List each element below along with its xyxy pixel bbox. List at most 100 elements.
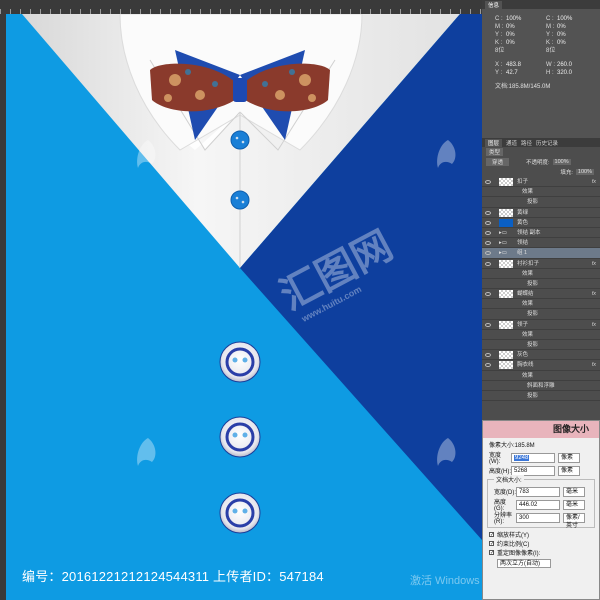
left-ruler: [0, 14, 6, 600]
pixel-width-row: 宽度(W): 9248 像素: [483, 451, 599, 465]
info-values: C :100% C :100% M :0% M :0% Y :0% Y :0% K :0% K…: [482, 15, 600, 55]
shirt-button-2[interactable]: [230, 190, 250, 210]
tab-3[interactable]: 历史记录: [536, 139, 558, 147]
layer-row[interactable]: 投影: [482, 197, 600, 208]
tab-info[interactable]: 信息: [485, 0, 503, 9]
vest-button-2[interactable]: [219, 416, 261, 458]
tab-1[interactable]: 通道: [506, 139, 517, 147]
doc-width-label: 宽度(D):: [494, 490, 516, 496]
top-ruler: [0, 0, 482, 14]
layer-row[interactable]: 效果: [482, 187, 600, 198]
fx-icon[interactable]: fx: [592, 320, 596, 330]
eye-icon[interactable]: [485, 292, 491, 297]
fx-icon[interactable]: fx: [592, 177, 596, 187]
layers-tabs: 图层 通道 路径 历史记录: [482, 138, 600, 147]
tab-2[interactable]: 路径: [521, 139, 532, 147]
layer-row[interactable]: 领子 fx: [482, 320, 600, 330]
coord-row: X :483.8 W :260.0: [482, 61, 600, 69]
resample-method-select[interactable]: 两次立方(自动): [497, 559, 551, 568]
resample-checkbox[interactable]: ✓ 重定图像像素(I):: [483, 548, 599, 557]
eye-icon[interactable]: [485, 241, 491, 246]
folder-icon[interactable]: ▸▭: [499, 238, 507, 248]
layer-row[interactable]: 黄绿: [482, 208, 600, 218]
canvas-artwork[interactable]: [0, 0, 482, 600]
image-size-dialog: 图像大小 像素大小:185.8M 宽度(W): 9248 像素 高度(H): 5…: [482, 420, 600, 600]
fx-icon[interactable]: fx: [592, 289, 596, 299]
layer-name: 效果: [522, 270, 534, 277]
eye-icon[interactable]: [485, 230, 491, 235]
constrain-proportions-label: 约束比例(C): [497, 542, 530, 548]
doc-height-unit-select[interactable]: 毫米: [563, 499, 585, 510]
windows-activation-watermark: 激活 Windows: [410, 575, 480, 587]
layer-row[interactable]: 效果: [482, 330, 600, 340]
pixel-width-input[interactable]: 9248: [511, 452, 555, 463]
layer-row[interactable]: 效果: [482, 371, 600, 381]
layer-name: 黄绿: [517, 209, 529, 216]
layer-row[interactable]: 效果: [482, 299, 600, 310]
doc-width-unit-select[interactable]: 毫米: [563, 486, 585, 497]
coord-k1: Y :: [495, 70, 503, 76]
layer-filter-select[interactable]: 类型: [486, 148, 504, 156]
info-v2: 0%: [557, 24, 566, 30]
layer-row[interactable]: 效果: [482, 269, 600, 279]
shirt-button-1[interactable]: [230, 130, 250, 150]
doc-width-input[interactable]: 783: [516, 486, 560, 497]
doc-size: 文档:185.8M/145.0M: [495, 84, 551, 90]
layer-name: 投影: [527, 311, 539, 318]
workspace: 汇图网 www.huitu.com 编号：2016122121212454431…: [0, 0, 600, 600]
layer-row[interactable]: 灰色: [482, 350, 600, 361]
fill-input[interactable]: 100%: [575, 169, 594, 175]
info-v1: 100%: [506, 16, 522, 22]
layer-row[interactable]: 投影: [482, 391, 600, 402]
eye-icon[interactable]: [485, 261, 491, 266]
layer-row[interactable]: 扣子 fx: [482, 177, 600, 188]
layer-name: 投影: [527, 280, 539, 287]
pixel-height-input[interactable]: 5268: [511, 465, 555, 476]
layer-row[interactable]: 投影: [482, 340, 600, 351]
layer-row[interactable]: ▸▭ 组 1: [482, 248, 600, 259]
blend-mode-select[interactable]: 穿透: [486, 158, 510, 166]
coord-v2: 260.0: [557, 62, 573, 68]
vest-button-1[interactable]: [219, 341, 261, 383]
eye-icon[interactable]: [485, 322, 491, 327]
layer-row[interactable]: 斜面和浮雕: [482, 381, 600, 391]
tab-0[interactable]: 图层: [485, 138, 503, 147]
vest-button-3[interactable]: [219, 492, 261, 534]
eye-icon[interactable]: [485, 353, 491, 358]
layer-name: 投影: [527, 392, 539, 399]
info-coords: X :483.8 W :260.0 Y :42.7 H :320.0: [482, 61, 600, 77]
folder-icon[interactable]: ▸▭: [499, 228, 507, 238]
folder-icon[interactable]: ▸▭: [499, 248, 507, 258]
constrain-proportions-checkbox[interactable]: ✓ 约束比例(C): [483, 539, 599, 548]
info-v2: 0%: [557, 32, 566, 38]
eye-icon[interactable]: [485, 180, 491, 184]
resolution-unit-select[interactable]: 像素/英寸: [563, 512, 585, 529]
eye-icon[interactable]: [485, 220, 491, 225]
layers-panel: 图层 通道 路径 历史记录 类型 穿透 不透明度: 100% 填充: 100% 扣子 f…: [482, 138, 600, 420]
pixel-height-unit-select[interactable]: 像素: [558, 465, 580, 476]
layer-row[interactable]: 黄色: [482, 218, 600, 228]
layer-row[interactable]: 投影: [482, 279, 600, 290]
eye-icon[interactable]: [485, 363, 491, 368]
layer-list: 扣子 fx 效果 投影 黄绿 黄色 ▸▭ 领结 副本 ▸▭ 领结 ▸▭ 组 1 衬衫扣子 fx 效果 投影 蝴蝶…: [482, 177, 600, 402]
fx-icon[interactable]: fx: [592, 259, 596, 269]
opacity-input[interactable]: 100%: [552, 159, 571, 165]
layer-row[interactable]: 蝴蝶结 fx: [482, 289, 600, 300]
layer-row[interactable]: 胸衣线 fx: [482, 360, 600, 371]
doc-height-input[interactable]: 446.02: [516, 499, 560, 510]
layer-name: 衬衫扣子: [517, 260, 540, 267]
eye-icon[interactable]: [485, 251, 491, 256]
layer-row[interactable]: ▸▭ 领结: [482, 238, 600, 249]
resolution-input[interactable]: 300: [516, 512, 560, 523]
layer-row[interactable]: 投影: [482, 309, 600, 320]
eye-icon[interactable]: [485, 210, 491, 215]
info-tabs: 信息: [482, 0, 600, 9]
layer-row[interactable]: ▸▭ 领结 副本: [482, 228, 600, 239]
layer-name: 灰色: [517, 352, 529, 359]
pixel-width-unit-select[interactable]: 像素: [558, 452, 580, 463]
scale-styles-checkbox[interactable]: ✓ 缩放样式(Y): [483, 530, 599, 539]
layer-thumbnail: [499, 178, 513, 186]
fx-icon[interactable]: fx: [592, 360, 596, 370]
info-v2: 0%: [557, 40, 566, 46]
layer-row[interactable]: 衬衫扣子 fx: [482, 259, 600, 269]
